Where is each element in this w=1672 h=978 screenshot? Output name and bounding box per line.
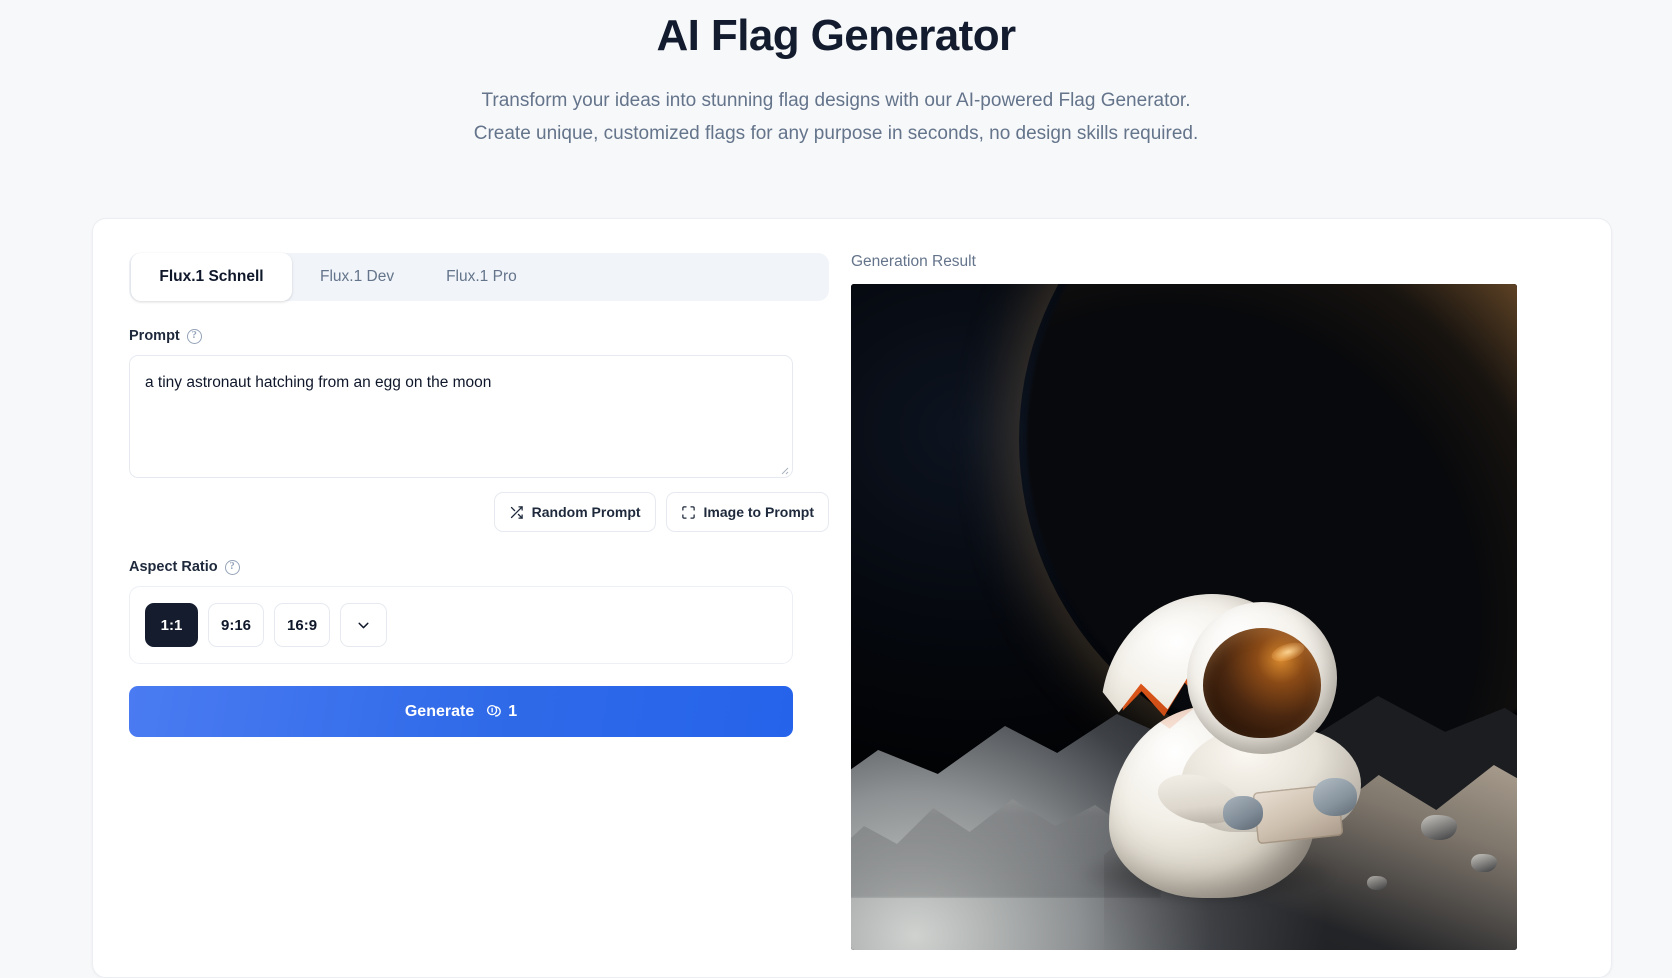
generator-card: Flux.1 Schnell Flux.1 Dev Flux.1 Pro Pro… (92, 218, 1612, 978)
tab-label: Flux.1 Schnell (159, 268, 264, 285)
tab-flux-1-schnell[interactable]: Flux.1 Schnell (131, 253, 292, 301)
credit-amount: 1 (508, 702, 518, 720)
generate-label: Generate (404, 702, 475, 720)
generated-image[interactable] (851, 284, 1517, 950)
aspect-ratio-option-label: 9:16 (221, 616, 252, 634)
page-subtitle-line-2: Create unique, customized flags for any … (473, 122, 1199, 144)
tab-flux-1-pro[interactable]: Flux.1 Pro (420, 253, 543, 301)
page-header: AI Flag Generator Transform your ideas i… (0, 0, 1672, 150)
moon-rock (1421, 815, 1457, 840)
aspect-ratio-panel: 1:1 9:16 16:9 (129, 586, 793, 664)
generation-result-label: Generation Result (851, 253, 976, 270)
aspect-ratio-label: Aspect Ratio (129, 559, 218, 575)
credit-cost: 1 (485, 703, 517, 721)
random-prompt-button[interactable]: Random Prompt (493, 492, 656, 532)
page-title: AI Flag Generator (656, 11, 1017, 60)
chevron-down-icon (358, 622, 369, 628)
result-panel: Generation Result (851, 253, 1575, 950)
aspect-ratio-option-label: 1:1 (160, 616, 183, 634)
moon-rock (1367, 876, 1387, 890)
prompt-actions: Random Prompt Image to Prompt (129, 492, 829, 532)
moon-rock (1471, 854, 1497, 872)
generated-artwork (851, 284, 1517, 950)
aspect-ratio-option-1-1[interactable]: 1:1 (145, 603, 198, 647)
model-tabs: Flux.1 Schnell Flux.1 Dev Flux.1 Pro (129, 253, 829, 301)
tab-flux-1-dev[interactable]: Flux.1 Dev (294, 253, 420, 301)
astronaut-glove (1223, 796, 1263, 830)
image-to-prompt-label: Image to Prompt (703, 504, 814, 520)
coins-icon (487, 704, 502, 717)
tab-label: Flux.1 Dev (320, 268, 395, 285)
scan-frame-icon (681, 505, 695, 519)
prompt-input[interactable] (130, 356, 792, 477)
prompt-label: Prompt (129, 328, 180, 344)
aspect-ratio-label-row: Aspect Ratio ? (129, 559, 829, 575)
page-subtitle: Transform your ideas into stunning flag … (0, 85, 1672, 150)
help-circle-icon[interactable]: ? (224, 559, 240, 575)
page-subtitle-line-1: Transform your ideas into stunning flag … (481, 90, 1191, 111)
help-circle-icon[interactable]: ? (186, 328, 202, 344)
generate-button[interactable]: Generate 1 (129, 686, 793, 737)
random-prompt-label: Random Prompt (531, 504, 641, 520)
aspect-ratio-option-16-9[interactable]: 16:9 (274, 603, 331, 647)
prompt-label-row: Prompt ? (129, 328, 829, 344)
astronaut-glove (1313, 778, 1357, 816)
aspect-ratio-option-label: 16:9 (287, 616, 318, 634)
tab-label: Flux.1 Pro (446, 268, 517, 285)
image-to-prompt-button[interactable]: Image to Prompt (665, 492, 829, 532)
aspect-ratio-option-9-16[interactable]: 9:16 (208, 603, 265, 647)
aspect-ratio-more-button[interactable] (340, 603, 388, 647)
prompt-box (129, 355, 793, 478)
shuffle-icon (510, 505, 523, 519)
controls-panel: Flux.1 Schnell Flux.1 Dev Flux.1 Pro Pro… (129, 253, 829, 943)
